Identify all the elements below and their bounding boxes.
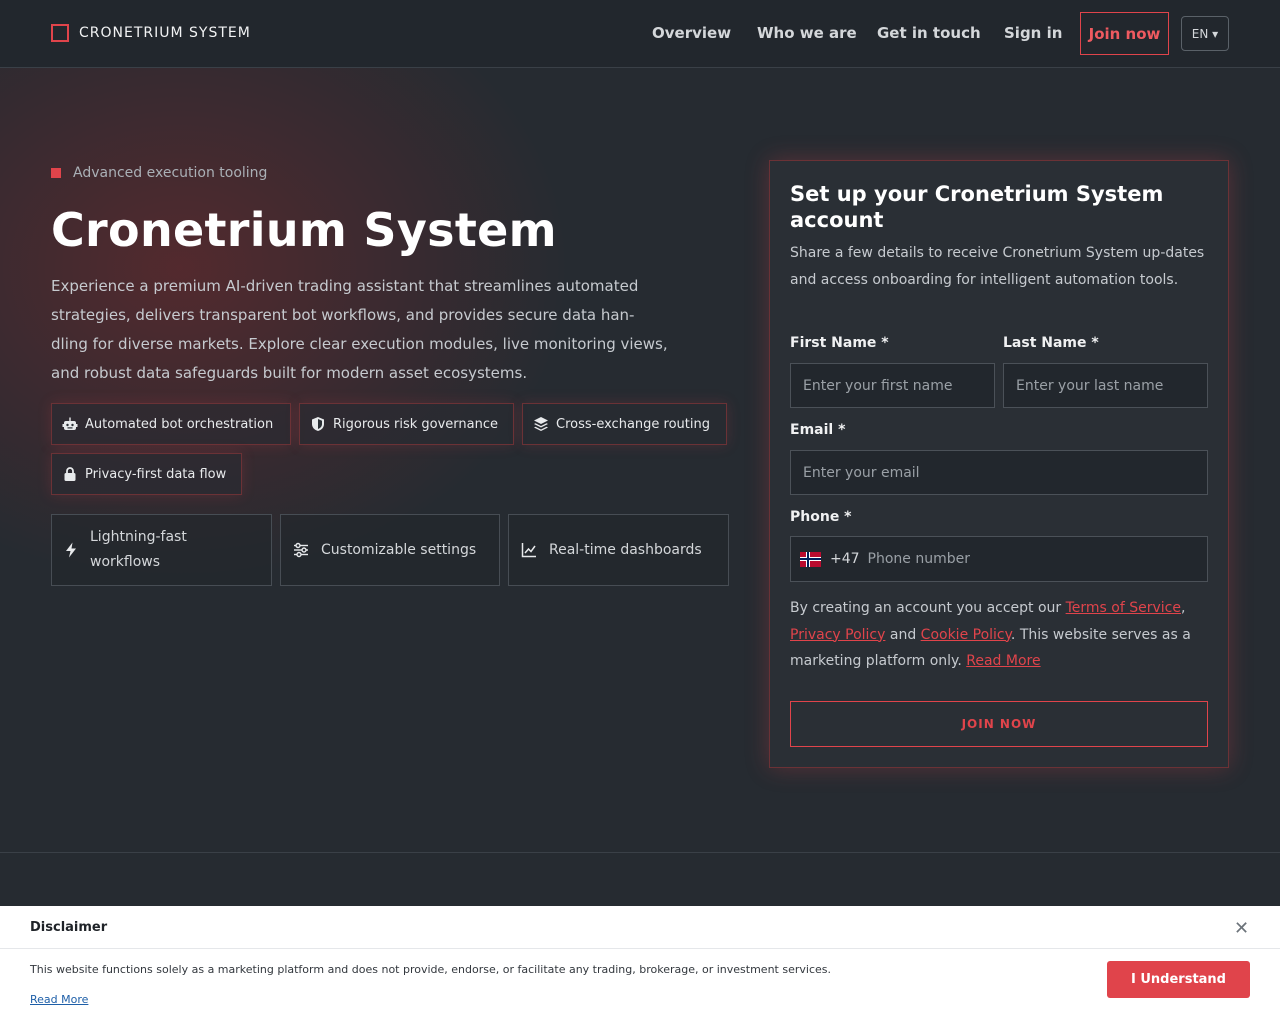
pill-privacy-first: Privacy-first data flow	[51, 453, 242, 495]
logo-square-icon	[51, 24, 69, 42]
pill-label: Cross-exchange routing	[556, 416, 710, 432]
tagline-text: Advanced execution tooling	[73, 165, 268, 181]
sliders-icon	[293, 542, 309, 558]
tagline-square-icon	[51, 168, 61, 178]
join-now-submit-button[interactable]: JOIN NOW	[790, 701, 1208, 747]
first-name-field[interactable]	[790, 363, 995, 408]
feature-realtime-dashboards: Real-time dashboards	[508, 514, 729, 586]
phone-field[interactable]	[867, 551, 1168, 567]
terms-link[interactable]: Terms of Service	[1066, 600, 1181, 616]
disclaimer-title: Disclaimer	[30, 920, 108, 935]
read-more-link[interactable]: Read More	[966, 653, 1040, 669]
last-name-field[interactable]	[1003, 363, 1208, 408]
lock-icon	[62, 466, 78, 482]
cookie-link[interactable]: Cookie Policy	[921, 627, 1011, 643]
brand-name: CRONETRIUM SYSTEM	[79, 25, 251, 41]
nav-who-we-are[interactable]: Who we are	[757, 24, 857, 42]
pill-bot-orchestration: Automated bot orchestration	[51, 403, 291, 445]
phone-label: Phone *	[790, 509, 852, 525]
hero-section: Advanced execution tooling Cronetrium Sy…	[0, 68, 1280, 853]
disclaimer-read-more-link[interactable]: Read More	[30, 993, 88, 1006]
last-name-label: Last Name *	[1003, 335, 1099, 351]
feature-label: Customizable settings	[321, 541, 477, 558]
robot-icon	[62, 416, 78, 432]
pill-label: Privacy-first data flow	[85, 466, 227, 482]
disclaimer-header: Disclaimer ✕	[0, 906, 1280, 949]
layers-icon	[533, 416, 549, 432]
understand-button[interactable]: I Understand	[1107, 961, 1250, 998]
pill-cross-exchange: Cross-exchange routing	[522, 403, 727, 445]
consent-text: By creating an account you accept our Te…	[790, 595, 1210, 675]
logo[interactable]: CRONETRIUM SYSTEM	[51, 24, 251, 42]
privacy-link[interactable]: Privacy Policy	[790, 627, 885, 643]
hero-description: Experience a premium AI-driven trading a…	[51, 277, 668, 382]
site-header: CRONETRIUM SYSTEM Overview Who we are Ge…	[0, 0, 1280, 68]
nav-sign-in[interactable]: Sign in	[1004, 24, 1062, 42]
close-icon[interactable]: ✕	[1234, 918, 1249, 939]
pill-risk-governance: Rigorous risk governance	[299, 403, 514, 445]
hero-tagline: Advanced execution tooling	[51, 165, 267, 181]
disclaimer-banner: Disclaimer ✕ This website functions sole…	[0, 906, 1280, 1024]
signup-form: Set up your Cronetrium System account Sh…	[769, 160, 1229, 768]
phone-field-group: +47	[790, 536, 1208, 582]
pill-label: Automated bot orchestration	[85, 416, 274, 432]
consent-and: and	[885, 626, 921, 643]
feature-customizable-settings: Customizable settings	[280, 514, 500, 586]
phone-dial-code[interactable]: +47	[830, 551, 860, 567]
pill-label: Rigorous risk governance	[333, 416, 499, 432]
consent-prefix: By creating an account you accept our	[790, 600, 1066, 616]
disclaimer-text: This website functions solely as a marke…	[30, 963, 831, 976]
shield-icon	[310, 416, 326, 432]
header-join-button[interactable]: Join now	[1080, 12, 1169, 55]
lightning-icon	[64, 542, 78, 558]
chart-line-icon	[521, 542, 537, 558]
nav-overview[interactable]: Overview	[652, 24, 731, 42]
form-title: Set up your Cronetrium System account	[790, 182, 1164, 232]
email-label: Email *	[790, 422, 846, 438]
form-subtitle: Share a few details to receive Cronetriu…	[790, 245, 1205, 288]
nav-get-in-touch[interactable]: Get in touch	[877, 24, 981, 42]
first-name-label: First Name *	[790, 335, 889, 351]
consent-comma: ,	[1181, 600, 1186, 616]
email-field[interactable]	[790, 450, 1208, 495]
feature-lightning-workflows: Lightning-fast workflows	[51, 514, 272, 586]
hero-title: Cronetrium System	[51, 203, 557, 257]
feature-label: Lightning-fast workflows	[90, 529, 187, 570]
feature-label: Real-time dashboards	[549, 541, 702, 558]
language-selector[interactable]: EN ▾	[1181, 16, 1229, 51]
norway-flag-icon[interactable]	[800, 551, 821, 567]
